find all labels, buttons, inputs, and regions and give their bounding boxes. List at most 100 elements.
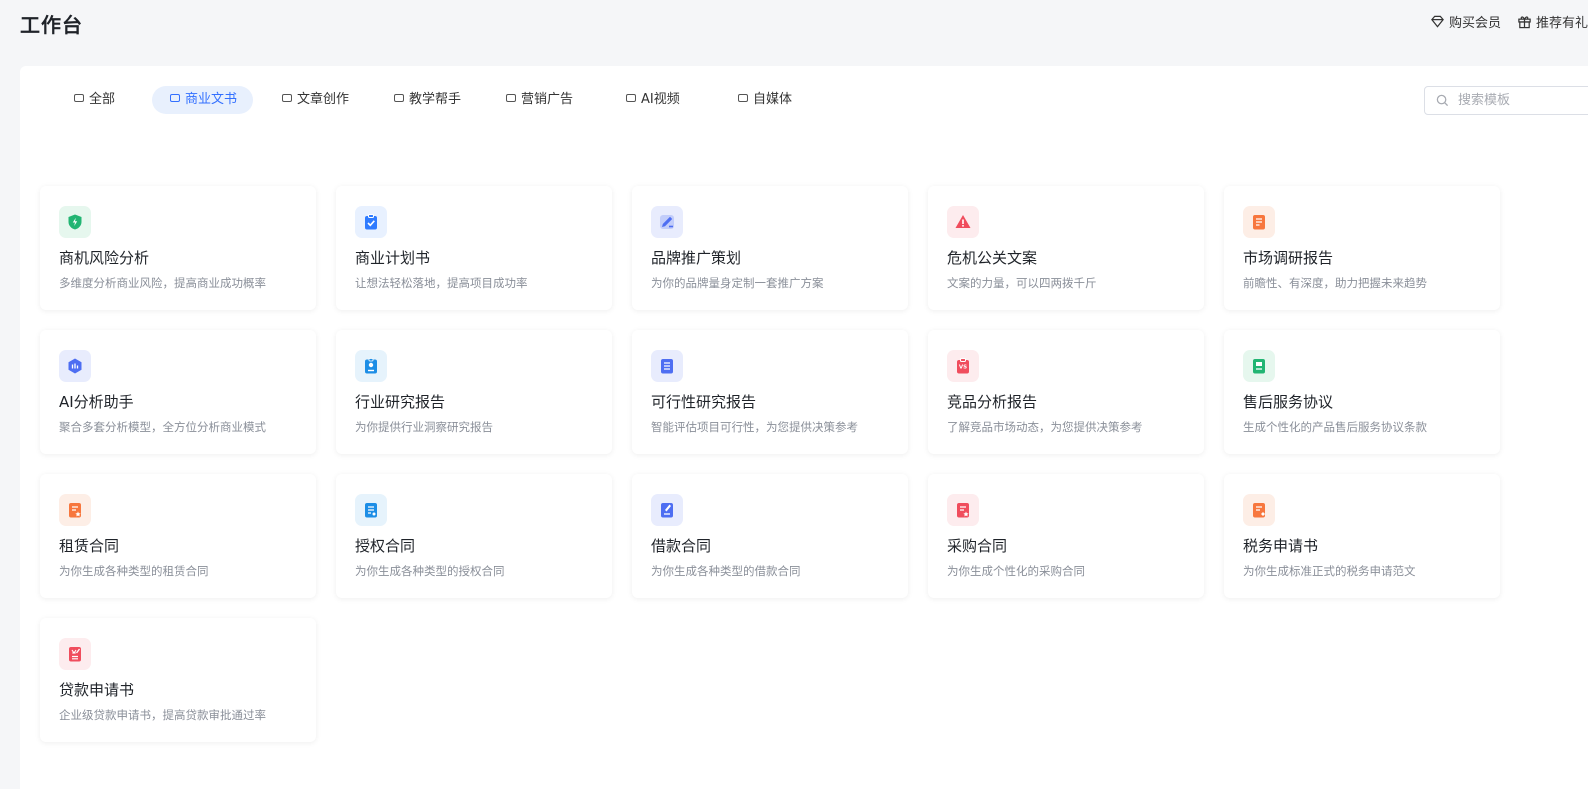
template-card[interactable]: 授权合同为你生成各种类型的授权合同 (336, 474, 612, 598)
tab-label: AI视频 (641, 92, 680, 107)
search-icon (1436, 94, 1449, 107)
tab-article-writing-icon (282, 94, 292, 102)
tab-label: 营销广告 (521, 92, 574, 107)
template-card[interactable]: AI分析助手聚合多套分析模型，全方位分析商业模式 (40, 330, 316, 454)
template-card[interactable]: 危机公关文案文案的力量，可以四两拨千斤 (928, 186, 1204, 310)
card-description: 为你的品牌量身定制一套推广方案 (651, 276, 824, 290)
template-card[interactable]: VS 竞品分析报告了解竞品市场动态，为您提供决策参考 (928, 330, 1204, 454)
card-title: 租赁合同 (59, 537, 120, 555)
template-card[interactable]: 采购合同为你生成个性化的采购合同 (928, 474, 1204, 598)
card-description: 智能评估项目可行性，为您提供决策参考 (651, 420, 858, 434)
card-title: 市场调研报告 (1243, 249, 1334, 267)
tab-teaching-helper-icon (394, 94, 404, 102)
card-description: 让想法轻松落地，提高项目成功率 (355, 276, 528, 290)
tab-ai-video-icon (626, 94, 636, 102)
report-icon (1243, 206, 1275, 238)
card-description: 生成个性化的产品售后服务协议条款 (1243, 420, 1427, 434)
tab-label: 商业文书 (185, 92, 238, 107)
card-description: 前瞻性、有深度，助力把握未来趋势 (1243, 276, 1427, 290)
card-description: 为你提供行业洞察研究报告 (355, 420, 493, 434)
tab-all[interactable]: 全部 (56, 86, 131, 114)
referral-button[interactable]: 推荐有礼 (1517, 12, 1588, 31)
tab-label: 文章创作 (297, 92, 350, 107)
top-actions: 购买会员 推荐有礼 (1430, 12, 1588, 31)
checklist-icon (651, 350, 683, 382)
template-card[interactable]: 借款合同为你生成各种类型的借款合同 (632, 474, 908, 598)
contract-star-icon (947, 494, 979, 526)
tab-label: 自媒体 (753, 92, 793, 107)
page-title: 工作台 (20, 13, 83, 37)
tab-article-writing[interactable]: 文章创作 (264, 86, 365, 114)
referral-label: 推荐有礼 (1535, 16, 1588, 31)
tab-marketing-ads[interactable]: 营销广告 (488, 86, 589, 114)
card-title: 税务申请书 (1243, 537, 1319, 555)
buy-membership-button[interactable]: 购买会员 (1430, 12, 1501, 31)
card-title: 可行性研究报告 (651, 393, 757, 411)
card-description: 为你生成各种类型的租赁合同 (59, 564, 209, 578)
hexagon-chart-icon (59, 350, 91, 382)
card-title: 行业研究报告 (355, 393, 446, 411)
template-card[interactable]: 市场调研报告前瞻性、有深度，助力把握未来趋势 (1224, 186, 1500, 310)
buy-membership-label: 购买会员 (1448, 16, 1501, 31)
tab-teaching-helper[interactable]: 教学帮手 (376, 86, 477, 114)
contract-icon (355, 494, 387, 526)
tax-doc-icon (1243, 494, 1275, 526)
diamond-icon (1431, 15, 1444, 28)
card-description: 企业级贷款申请书，提高贷款审批通过率 (59, 708, 266, 722)
doc-edit-icon (651, 494, 683, 526)
workbench-page: 工作台 购买会员 推荐有礼 全部 商业文书 文章创作 教学帮手 营销广告 AI视… (0, 0, 1588, 789)
template-card[interactable]: 可行性研究报告智能评估项目可行性，为您提供决策参考 (632, 330, 908, 454)
clipboard-check-icon (355, 206, 387, 238)
gift-icon (1518, 16, 1531, 29)
card-title: 贷款申请书 (59, 681, 135, 699)
card-title: 采购合同 (947, 537, 1008, 555)
card-description: 文案的力量，可以四两拨千斤 (947, 276, 1097, 290)
card-title: 危机公关文案 (947, 249, 1038, 267)
pencil-icon (651, 206, 683, 238)
search-input[interactable] (1456, 92, 1580, 109)
template-card[interactable]: 商机风险分析多维度分析商业风险，提高商业成功概率 (40, 186, 316, 310)
card-title: 品牌推广策划 (651, 249, 742, 267)
card-description: 为你生成各种类型的借款合同 (651, 564, 801, 578)
versus-icon: VS (947, 350, 979, 382)
template-card[interactable]: 商业计划书让想法轻松落地，提高项目成功率 (336, 186, 612, 310)
template-panel: 全部 商业文书 文章创作 教学帮手 营销广告 AI视频 自媒体 商机风险分析多维… (20, 66, 1588, 789)
card-description: 多维度分析商业风险，提高商业成功概率 (59, 276, 266, 290)
badge-icon (355, 350, 387, 382)
card-description: 了解竞品市场动态，为您提供决策参考 (947, 420, 1143, 434)
agreement-icon (1243, 350, 1275, 382)
card-title: 售后服务协议 (1243, 393, 1334, 411)
card-title: 借款合同 (651, 537, 712, 555)
tab-business-docs[interactable]: 商业文书 (152, 86, 254, 114)
tab-ai-video[interactable]: AI视频 (608, 86, 696, 114)
card-title: AI分析助手 (59, 393, 134, 411)
template-card[interactable]: 租赁合同为你生成各种类型的租赁合同 (40, 474, 316, 598)
card-title: 商机风险分析 (59, 249, 150, 267)
tab-all-icon (74, 94, 84, 102)
template-search[interactable] (1424, 86, 1588, 115)
tab-self-media-icon (738, 94, 748, 102)
tab-self-media[interactable]: 自媒体 (720, 86, 808, 114)
template-card[interactable]: 售后服务协议生成个性化的产品售后服务协议条款 (1224, 330, 1500, 454)
card-description: 为你生成各种类型的授权合同 (355, 564, 505, 578)
card-title: 竞品分析报告 (947, 393, 1038, 411)
loan-doc-icon (59, 638, 91, 670)
contract-star-icon (59, 494, 91, 526)
card-title: 商业计划书 (355, 249, 431, 267)
template-card[interactable]: 税务申请书为你生成标准正式的税务申请范文 (1224, 474, 1500, 598)
tab-business-docs-icon (170, 94, 180, 102)
template-card[interactable]: 贷款申请书企业级贷款申请书，提高贷款审批通过率 (40, 618, 316, 742)
card-title: 授权合同 (355, 537, 416, 555)
card-description: 为你生成个性化的采购合同 (947, 564, 1085, 578)
template-card[interactable]: 行业研究报告为你提供行业洞察研究报告 (336, 330, 612, 454)
card-description: 为你生成标准正式的税务申请范文 (1243, 564, 1416, 578)
template-grid: 商机风险分析 多维度分析商业风险，提高商业成功概率 商业计划书 让想法轻松落地，提高项… (40, 186, 1500, 742)
template-card[interactable]: 品牌推广策划为你的品牌量身定制一套推广方案 (632, 186, 908, 310)
warning-icon (947, 206, 979, 238)
tab-marketing-ads-icon (506, 94, 516, 102)
svg-text:VS: VS (959, 365, 967, 371)
tab-label: 全部 (89, 92, 116, 107)
tab-label: 教学帮手 (409, 92, 462, 107)
card-description: 聚合多套分析模型，全方位分析商业模式 (59, 420, 266, 434)
shield-icon (59, 206, 91, 238)
